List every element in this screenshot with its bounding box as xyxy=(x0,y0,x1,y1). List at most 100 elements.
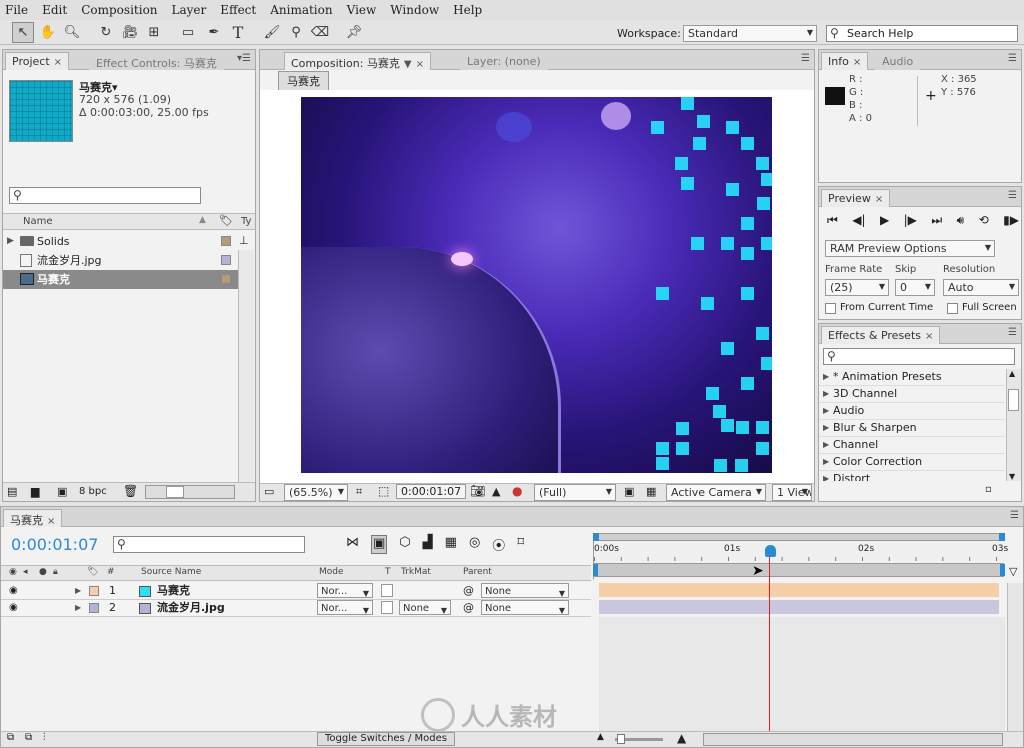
tab-effects-presets[interactable]: Effects & Presets × xyxy=(821,326,941,344)
loop-icon[interactable]: ⟲ xyxy=(979,213,989,228)
layer-mode-select[interactable]: Nor... xyxy=(317,600,373,615)
new-preset-icon[interactable]: ▫ xyxy=(985,484,992,495)
resolution-select[interactable]: Auto xyxy=(943,279,1019,296)
zoom-out-icon[interactable]: ▲ xyxy=(597,732,604,742)
expand-arrow-icon[interactable]: ▶ xyxy=(823,437,829,453)
rectangle-tool-icon[interactable]: ▭ xyxy=(178,22,198,42)
close-icon[interactable]: × xyxy=(853,57,861,68)
draft-3d-icon[interactable]: ▣ xyxy=(371,535,388,554)
effects-category[interactable]: ▶ Channel xyxy=(819,437,1005,454)
label-color[interactable] xyxy=(89,603,99,613)
work-area-icon[interactable]: ⌑ xyxy=(517,535,524,554)
tab-composition[interactable]: Composition: 马赛克 ▼ × xyxy=(284,52,431,70)
expand-arrow-icon[interactable]: ▶ xyxy=(823,454,829,470)
play-icon[interactable]: ▶ xyxy=(880,213,889,228)
eye-icon[interactable]: ◉ xyxy=(9,600,18,616)
close-icon[interactable]: × xyxy=(54,57,62,68)
effects-category[interactable]: ▶ Distort xyxy=(819,471,1005,481)
comp-breadcrumb[interactable]: 马赛克 xyxy=(278,71,329,91)
project-search-input[interactable]: ⚲ xyxy=(9,187,201,204)
current-time-indicator-icon[interactable] xyxy=(765,545,776,557)
skip-select[interactable]: 0 xyxy=(895,279,935,296)
expand-arrow-icon[interactable]: ▶ xyxy=(823,471,829,481)
snapshot-icon[interactable]: 📷︎ xyxy=(470,484,485,498)
pickwhip-icon[interactable]: @ xyxy=(463,600,474,616)
prev-frame-icon[interactable]: ◀| xyxy=(852,213,865,228)
hide-shy-layers-icon[interactable]: ⬡ xyxy=(399,535,410,554)
expand-arrow-icon[interactable]: ▶ xyxy=(7,232,14,251)
zoom-tool-icon[interactable]: 🔍︎ xyxy=(62,22,82,42)
expand-arrow-icon[interactable]: ▶ xyxy=(823,369,829,385)
expand-arrow-icon[interactable]: ▶ xyxy=(823,386,829,402)
pickwhip-icon[interactable]: @ xyxy=(463,583,474,599)
zoom-slider[interactable] xyxy=(615,734,663,744)
eye-icon[interactable]: ◉ xyxy=(9,567,17,577)
viewer-timecode[interactable]: 0:00:01:07 xyxy=(396,484,467,499)
camera-select[interactable]: Active Camera xyxy=(666,484,766,501)
last-frame-icon[interactable]: ⏭ xyxy=(931,213,942,228)
tab-timeline[interactable]: 马赛克 × xyxy=(3,509,63,527)
from-current-checkbox[interactable] xyxy=(825,303,836,314)
label-tag-icon[interactable]: 🏷︎ xyxy=(219,214,233,227)
panel-menu-icon[interactable]: ☰ xyxy=(1008,53,1017,64)
project-scrollbar[interactable] xyxy=(238,250,254,482)
camera-tool-icon[interactable]: 🎥︎ xyxy=(120,22,140,42)
expand-arrow-icon[interactable]: ▶ xyxy=(75,583,81,599)
tab-preview[interactable]: Preview × xyxy=(821,189,891,207)
pen-tool-icon[interactable]: ✒ xyxy=(204,22,224,42)
mask-visibility-icon[interactable]: ⬚ xyxy=(378,484,389,498)
expand-arrow-icon[interactable]: ▶ xyxy=(823,403,829,419)
panel-menu-icon[interactable]: ▾☰ xyxy=(237,53,251,64)
clone-stamp-tool-icon[interactable]: ⚲ xyxy=(286,22,306,42)
menu-animation[interactable]: Animation xyxy=(270,3,332,17)
panel-menu-icon[interactable]: ☰ xyxy=(1008,190,1017,201)
tab-layer[interactable]: Layer: (none) xyxy=(460,52,548,70)
effects-category[interactable]: ▶ Blur & Sharpen xyxy=(819,420,1005,437)
full-screen-checkbox[interactable] xyxy=(947,303,958,314)
menu-composition[interactable]: Composition xyxy=(81,3,157,17)
motion-blur-icon[interactable]: ▦ xyxy=(445,535,457,554)
effects-category[interactable]: ▶ * Animation Presets xyxy=(819,369,1005,386)
close-icon[interactable]: × xyxy=(875,194,883,205)
col-type[interactable]: Ty xyxy=(241,216,251,227)
navigator-bar[interactable] xyxy=(593,563,1005,577)
layer-name[interactable]: 流金岁月.jpg xyxy=(157,600,225,616)
close-icon[interactable]: × xyxy=(416,59,424,70)
frame-blending-icon[interactable]: ▟ xyxy=(423,535,433,554)
expand-switches-icon[interactable]: ⧉ xyxy=(7,732,14,743)
audio-icon[interactable]: ◂ xyxy=(23,567,28,577)
work-area-bar[interactable] xyxy=(593,533,1005,541)
close-icon[interactable]: × xyxy=(925,331,933,342)
channels-icon[interactable]: ● xyxy=(512,484,522,498)
layer-row[interactable]: ◉ ▶ 1 马赛克 Nor... @ None xyxy=(1,583,591,600)
text-tool-icon[interactable]: T xyxy=(228,22,248,42)
tab-effect-controls[interactable]: Effect Controls: 马赛克 xyxy=(89,52,224,70)
selection-tool-icon[interactable]: ↖ xyxy=(12,22,34,43)
layer-mode-select[interactable]: Nor... xyxy=(317,583,373,598)
first-frame-icon[interactable]: ⏮ xyxy=(827,213,838,228)
search-help-input[interactable]: ⚲ Search Help xyxy=(826,25,1018,42)
ram-preview-icon[interactable]: ▮▶ xyxy=(1003,213,1019,228)
ram-preview-options[interactable]: RAM Preview Options xyxy=(825,240,995,257)
workspace-select[interactable]: Standard xyxy=(683,25,817,42)
zoom-in-icon[interactable]: ▲ xyxy=(677,731,686,745)
menu-window[interactable]: Window xyxy=(390,3,439,17)
layer-parent-select[interactable]: None xyxy=(481,600,569,615)
show-snapshot-icon[interactable]: ▲ xyxy=(492,485,500,498)
menu-edit[interactable]: Edit xyxy=(42,3,67,17)
rotate-tool-icon[interactable]: ↻ xyxy=(96,22,116,42)
brush-tool-icon[interactable]: 🖌︎ xyxy=(262,22,282,42)
panel-menu-icon[interactable]: ☰ xyxy=(801,53,810,64)
expand-arrow-icon[interactable]: ▶ xyxy=(823,420,829,436)
graph-editor-icon[interactable]: ◎ xyxy=(469,535,480,554)
new-folder-icon[interactable]: ▆ xyxy=(31,485,39,498)
toggle-switches-modes[interactable]: Toggle Switches / Modes xyxy=(317,732,455,746)
brainstorm-icon[interactable]: ⦿ xyxy=(492,535,505,554)
effects-scrollbar[interactable]: ▲ ▼ xyxy=(1006,369,1021,481)
puppet-tool-icon[interactable]: 📌︎ xyxy=(344,22,364,42)
zoom-select[interactable]: (65.5%) xyxy=(284,484,348,501)
next-frame-icon[interactable]: |▶ xyxy=(904,213,917,228)
dropdown-icon[interactable]: ▼ xyxy=(404,59,412,70)
new-comp-icon[interactable]: ▣ xyxy=(57,485,67,498)
tab-info[interactable]: Info × xyxy=(821,52,869,70)
